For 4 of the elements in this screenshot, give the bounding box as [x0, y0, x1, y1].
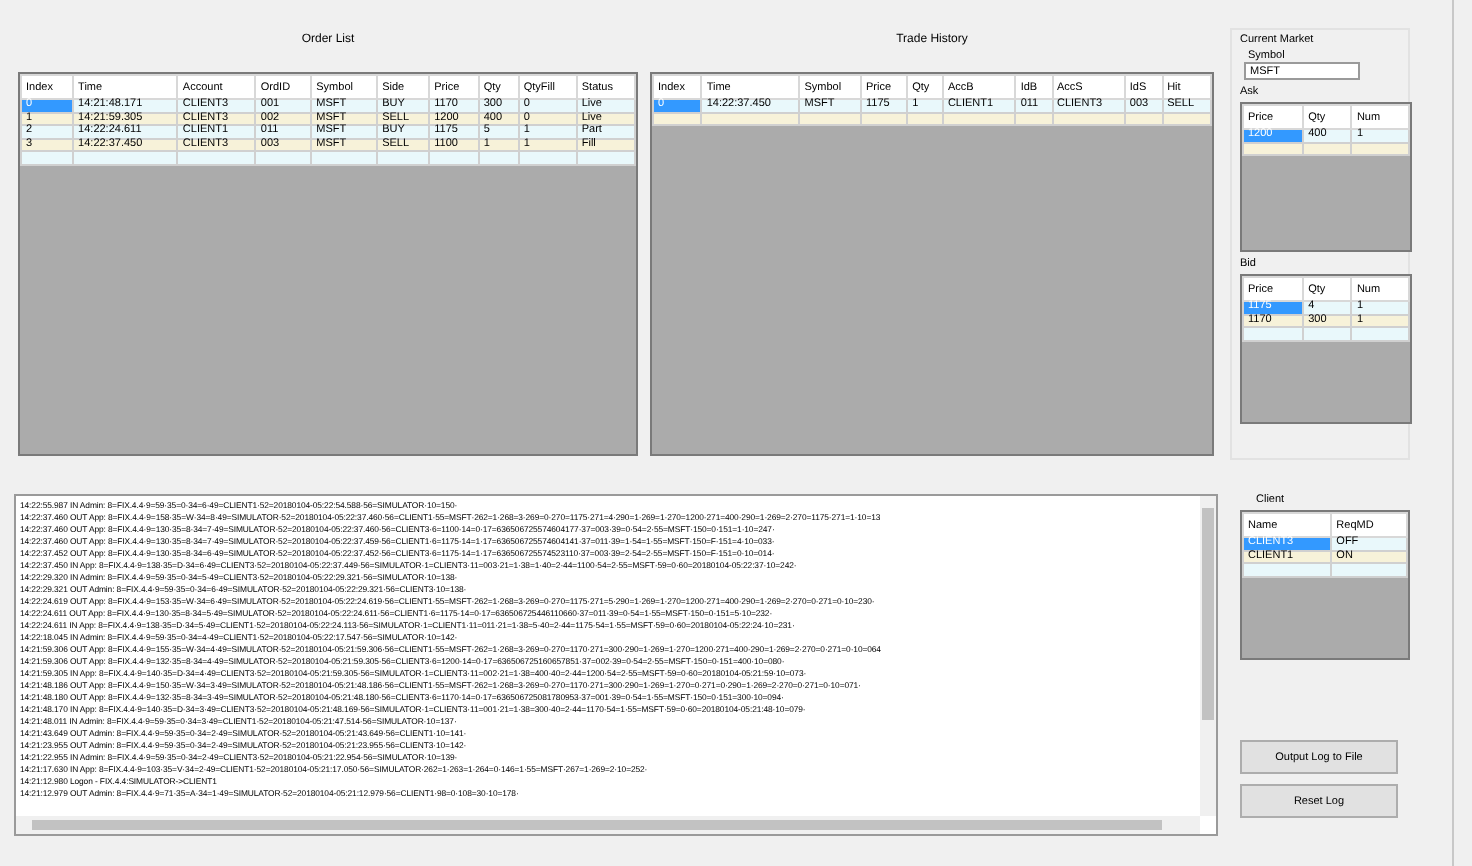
log-area[interactable] [14, 494, 1218, 836]
vertical-scrollbar[interactable] [1200, 496, 1216, 816]
data-grid[interactable] [18, 72, 638, 456]
horizontal-scrollbar[interactable] [16, 816, 1200, 834]
